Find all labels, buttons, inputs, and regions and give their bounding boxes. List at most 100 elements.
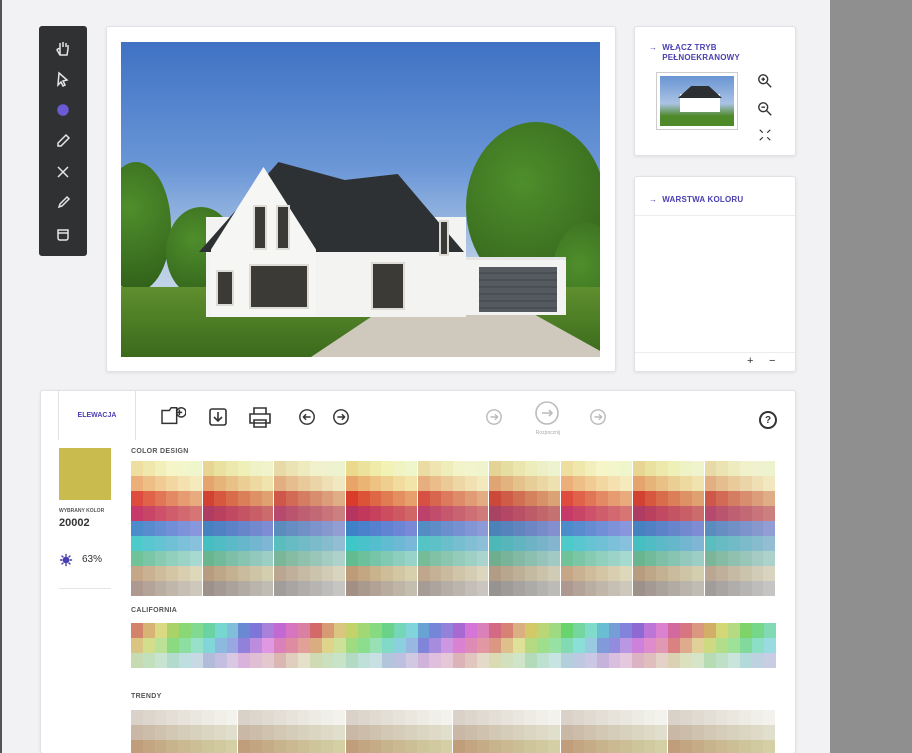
- color-swatch[interactable]: [561, 476, 573, 491]
- color-swatch[interactable]: [417, 506, 430, 521]
- color-swatch[interactable]: [214, 653, 227, 668]
- color-swatch[interactable]: [679, 536, 692, 551]
- color-swatch[interactable]: [261, 551, 274, 566]
- color-swatch[interactable]: [453, 740, 466, 753]
- color-swatch[interactable]: [189, 566, 202, 581]
- color-swatch[interactable]: [429, 536, 442, 551]
- color-swatch[interactable]: [393, 566, 405, 581]
- color-swatch[interactable]: [465, 740, 478, 753]
- color-swatch[interactable]: [131, 551, 143, 566]
- color-swatch[interactable]: [560, 653, 573, 668]
- color-swatch[interactable]: [202, 536, 215, 551]
- color-swatch[interactable]: [321, 566, 334, 581]
- color-swatch[interactable]: [548, 566, 561, 581]
- color-swatch[interactable]: [131, 581, 143, 596]
- color-swatch[interactable]: [453, 476, 465, 491]
- color-swatch[interactable]: [656, 653, 669, 668]
- color-swatch[interactable]: [668, 476, 680, 491]
- color-swatch[interactable]: [596, 623, 609, 638]
- color-swatch[interactable]: [440, 725, 453, 740]
- color-swatch[interactable]: [536, 551, 549, 566]
- color-swatch[interactable]: [429, 551, 442, 566]
- color-swatch[interactable]: [309, 725, 322, 740]
- color-swatch[interactable]: [763, 653, 776, 668]
- color-swatch[interactable]: [560, 623, 573, 638]
- color-swatch[interactable]: [668, 623, 681, 638]
- color-swatch[interactable]: [405, 623, 418, 638]
- color-swatch[interactable]: [333, 566, 346, 581]
- color-swatch[interactable]: [476, 581, 489, 596]
- color-swatch[interactable]: [548, 551, 561, 566]
- color-swatch[interactable]: [226, 623, 239, 638]
- color-swatch[interactable]: [655, 725, 668, 740]
- color-swatch[interactable]: [763, 566, 776, 581]
- color-swatch[interactable]: [166, 623, 179, 638]
- color-swatch[interactable]: [274, 461, 287, 476]
- color-swatch[interactable]: [214, 566, 227, 581]
- color-swatch[interactable]: [213, 740, 226, 753]
- color-swatch[interactable]: [489, 461, 502, 476]
- color-swatch[interactable]: [131, 536, 143, 551]
- color-swatch[interactable]: [536, 638, 549, 653]
- color-swatch[interactable]: [226, 521, 239, 536]
- color-swatch[interactable]: [357, 623, 370, 638]
- color-swatch[interactable]: [166, 740, 179, 753]
- color-swatch[interactable]: [728, 536, 740, 551]
- color-swatch[interactable]: [453, 521, 465, 536]
- color-swatch[interactable]: [704, 506, 717, 521]
- color-swatch[interactable]: [477, 740, 489, 753]
- color-swatch[interactable]: [429, 521, 442, 536]
- color-swatch[interactable]: [620, 551, 632, 566]
- color-swatch[interactable]: [274, 623, 287, 638]
- color-swatch[interactable]: [226, 461, 239, 476]
- color-swatch[interactable]: [298, 638, 311, 653]
- color-swatch[interactable]: [238, 536, 250, 551]
- color-swatch[interactable]: [501, 461, 513, 476]
- color-swatch[interactable]: [238, 551, 250, 566]
- color-swatch[interactable]: [572, 725, 585, 740]
- color-swatch[interactable]: [202, 506, 215, 521]
- color-swatch[interactable]: [345, 653, 358, 668]
- color-swatch[interactable]: [561, 566, 573, 581]
- color-swatch[interactable]: [393, 461, 405, 476]
- color-swatch[interactable]: [751, 536, 764, 551]
- color-swatch[interactable]: [763, 623, 776, 638]
- zoom-in-icon[interactable]: [755, 71, 775, 91]
- color-swatch[interactable]: [632, 506, 645, 521]
- color-swatch[interactable]: [524, 740, 537, 753]
- color-swatch[interactable]: [214, 491, 227, 506]
- color-swatch[interactable]: [381, 653, 394, 668]
- color-swatch[interactable]: [226, 566, 239, 581]
- color-swatch[interactable]: [131, 653, 143, 668]
- color-swatch[interactable]: [524, 476, 537, 491]
- color-swatch[interactable]: [489, 566, 502, 581]
- color-swatch[interactable]: [226, 581, 239, 596]
- color-swatch[interactable]: [357, 491, 370, 506]
- color-swatch[interactable]: [381, 521, 394, 536]
- color-swatch[interactable]: [656, 638, 669, 653]
- color-swatch[interactable]: [166, 638, 179, 653]
- color-swatch[interactable]: [739, 536, 752, 551]
- color-swatch[interactable]: [704, 653, 716, 668]
- color-swatch[interactable]: [751, 506, 764, 521]
- color-swatch[interactable]: [620, 581, 632, 596]
- color-swatch[interactable]: [273, 710, 286, 725]
- color-swatch[interactable]: [154, 725, 167, 740]
- color-swatch[interactable]: [727, 710, 740, 725]
- color-swatch[interactable]: [464, 581, 477, 596]
- color-swatch[interactable]: [131, 506, 143, 521]
- color-swatch[interactable]: [321, 551, 334, 566]
- color-swatch[interactable]: [620, 476, 632, 491]
- color-swatch[interactable]: [644, 536, 657, 551]
- color-swatch[interactable]: [751, 638, 764, 653]
- color-swatch[interactable]: [680, 725, 692, 740]
- color-swatch[interactable]: [668, 536, 680, 551]
- color-swatch[interactable]: [285, 710, 298, 725]
- color-swatch[interactable]: [428, 710, 441, 725]
- color-swatch[interactable]: [381, 551, 394, 566]
- color-swatch[interactable]: [381, 710, 394, 725]
- color-swatch[interactable]: [631, 725, 644, 740]
- color-swatch[interactable]: [405, 710, 417, 725]
- color-swatch[interactable]: [393, 491, 405, 506]
- color-swatch[interactable]: [262, 653, 275, 668]
